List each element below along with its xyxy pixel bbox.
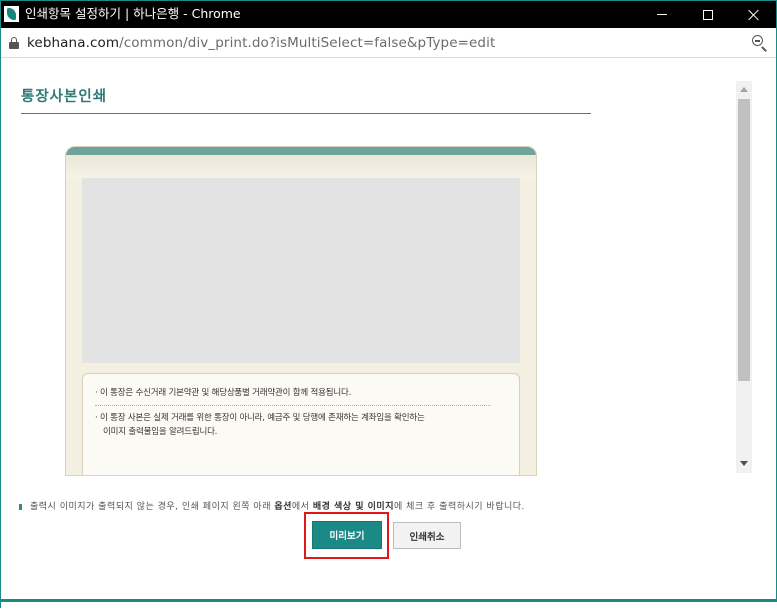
preview-button[interactable]: 미리보기 [312,521,382,549]
passbook-image-area [82,178,520,363]
maximize-icon [703,9,713,20]
notice-line-1: · 이 통장은 수신거래 기본약관 및 해당상품별 거래약관이 함께 적용됩니다… [95,388,352,398]
note-middle: 에서 [291,502,313,512]
note-prefix: 출력시 이미지가 출력되지 않는 경우, 인쇄 페이지 왼쪽 아래 [30,502,275,512]
note-option: 옵션 [274,502,292,512]
close-icon [748,9,760,21]
page-content: 통장사본인쇄 · 이 통장은 수신거래 기본약관 및 해당상품별 거래약관이 함… [1,59,776,599]
scroll-down-arrow-icon[interactable] [740,461,748,466]
print-option-note: 출력시 이미지가 출력되지 않는 경우, 인쇄 페이지 왼쪽 아래 옵션에서 배… [19,499,525,512]
passbook-notice-box: · 이 통장은 수신거래 기본약관 및 해당상품별 거래약관이 함께 적용됩니다… [82,373,520,475]
minimize-button[interactable] [639,1,685,28]
scroll-thumb[interactable] [738,99,750,381]
note-background: 배경 색상 및 이미지 [312,502,394,512]
zoom-out-icon[interactable] [752,35,768,52]
url-text[interactable]: kebhana.com/common/div_print.do?isMultiS… [27,35,495,51]
page-title: 통장사본인쇄 [21,89,108,105]
notice-divider [95,405,491,406]
notice-line-3: 이미지 출력물임을 알려드립니다. [103,427,218,437]
scroll-up-arrow-icon[interactable] [740,87,748,92]
passbook-preview-frame: · 이 통장은 수신거래 기본약관 및 해당상품별 거래약관이 함께 적용됩니다… [65,146,537,476]
lock-icon[interactable] [9,37,19,49]
window-title: 인쇄항목 설정하기 | 하나은행 - Chrome [25,6,241,21]
title-bar: 인쇄항목 설정하기 | 하나은행 - Chrome [1,1,776,28]
note-suffix: 에 체크 후 출력하시기 바랍니다. [393,502,525,512]
maximize-button[interactable] [685,1,731,28]
frame-header [66,155,536,179]
hana-bank-icon [4,6,19,22]
close-button[interactable] [731,1,777,28]
title-divider [21,113,591,114]
cancel-print-button[interactable]: 인쇄취소 [393,522,461,549]
bullet-icon [19,503,22,510]
vertical-scrollbar[interactable] [736,81,752,473]
browser-window: 인쇄항목 설정하기 | 하나은행 - Chrome kebhana.com/co… [0,0,777,609]
notice-line-2: · 이 통장 사본은 실제 거래를 위한 통장이 아니라, 예금주 및 당행에 … [95,413,425,423]
minimize-icon [657,14,667,15]
address-bar[interactable]: kebhana.com/common/div_print.do?isMultiS… [1,28,776,58]
url-path: /common/div_print.do?isMultiSelect=false… [119,35,496,51]
url-host: kebhana.com [27,35,120,51]
frame-top-band [66,147,536,155]
